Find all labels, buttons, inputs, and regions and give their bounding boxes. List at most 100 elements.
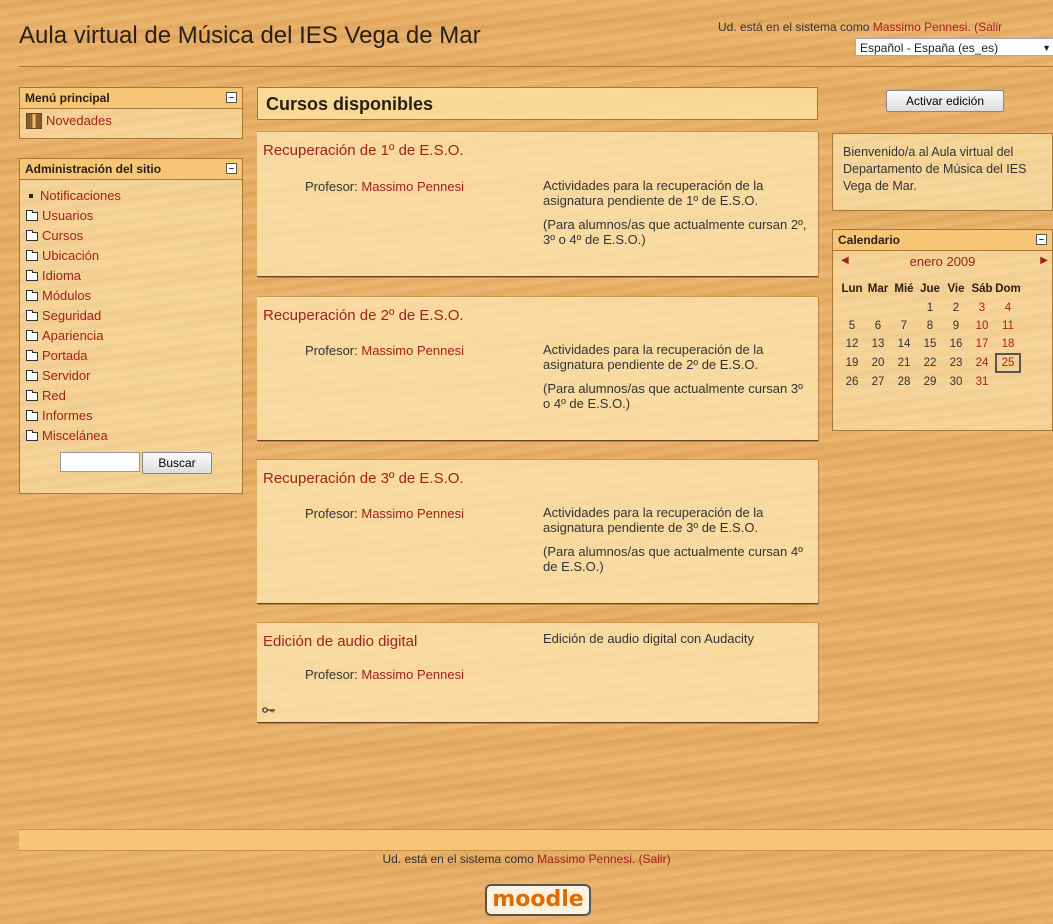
calendar-day-number: 10 [975,320,989,332]
calendar-day[interactable]: 23 [943,353,969,373]
course-summary-line: (Para alumnos/as que actualmente cursan … [543,544,803,574]
teacher-link[interactable]: Massimo Pennesi [361,343,464,358]
admin-item-label[interactable]: Ubicación [42,246,99,266]
calendar-day[interactable]: 20 [865,353,891,373]
calendar-day[interactable]: 6 [865,317,891,335]
teacher-label: Profesor: [305,506,362,521]
course-summary-line: Actividades para la recuperación de la a… [543,178,764,208]
admin-item-portada[interactable]: Portada [26,346,236,366]
calendar-day[interactable]: 10 [969,317,995,335]
admin-item-label[interactable]: Usuarios [42,206,93,226]
course-title-link[interactable]: Recuperación de 2º de E.S.O. [263,307,464,324]
calendar-day[interactable]: 2 [943,299,969,317]
calendar-day[interactable]: 9 [943,317,969,335]
calendar-day[interactable]: 7 [891,317,917,335]
footer-bar [19,829,1053,851]
logout-link[interactable]: (Salir [974,20,1002,34]
calendar-day[interactable]: 29 [917,373,943,391]
course-summary: Actividades para la recuperación de la a… [543,505,813,583]
calendar-day[interactable]: 17 [969,335,995,353]
folder-icon [26,389,38,401]
admin-item-usuarios[interactable]: Usuarios [26,206,236,226]
user-link[interactable]: Massimo Pennesi. [873,20,971,34]
admin-item-miscelanea[interactable]: Miscelánea [26,426,236,446]
admin-item-seguridad[interactable]: Seguridad [26,306,236,326]
calendar-day-number: 16 [949,338,963,350]
main-menu-item-label[interactable]: Novedades [46,111,112,131]
collapse-icon[interactable]: – [226,92,237,103]
teacher-link[interactable]: Massimo Pennesi [361,506,464,521]
turn-editing-on-button[interactable]: Activar edición [886,90,1004,112]
calendar-day[interactable]: 5 [839,317,865,335]
admin-item-label[interactable]: Informes [42,406,93,426]
admin-item-label[interactable]: Portada [42,346,88,366]
news-icon [26,113,42,129]
search-button[interactable]: Buscar [142,452,212,474]
calendar-day-number: 4 [1004,302,1012,314]
calendar-day[interactable]: 31 [969,373,995,391]
calendar-day[interactable]: 22 [917,353,943,373]
calendar-day-number: 20 [871,357,885,369]
admin-item-label[interactable]: Servidor [42,366,90,386]
folder-icon [26,349,38,361]
language-select[interactable]: Español - España (es_es) ▼ [855,38,1053,56]
admin-item-informes[interactable]: Informes [26,406,236,426]
calendar-day[interactable]: 13 [865,335,891,353]
calendar-day[interactable]: 12 [839,335,865,353]
admin-item-idioma[interactable]: Idioma [26,266,236,286]
footer-logout-link[interactable]: (Salir) [639,852,671,866]
calendar-day[interactable]: 16 [943,335,969,353]
admin-item-label[interactable]: Apariencia [42,326,103,346]
calendar-empty-day [839,299,865,317]
next-month-icon[interactable]: ▶ [1040,255,1048,266]
calendar-day[interactable]: 11 [995,317,1021,335]
admin-item-notificaciones[interactable]: Notificaciones [26,186,236,206]
calendar-day[interactable]: 8 [917,317,943,335]
admin-search-form: Buscar [60,452,236,474]
admin-item-label[interactable]: Notificaciones [40,186,121,206]
calendar-day[interactable]: 27 [865,373,891,391]
admin-item-ubicacion[interactable]: Ubicación [26,246,236,266]
calendar-month-link[interactable]: enero 2009 [833,254,1052,269]
admin-item-label[interactable]: Miscelánea [42,426,108,446]
calendar-day[interactable]: 3 [969,299,995,317]
course-title-link[interactable]: Edición de audio digital [263,633,417,650]
calendar-day[interactable]: 21 [891,353,917,373]
course-summary-line: Actividades para la recuperación de la a… [543,505,764,535]
admin-item-label[interactable]: Cursos [42,226,83,246]
calendar-day[interactable]: 4 [995,299,1021,317]
collapse-icon[interactable]: – [1036,234,1047,245]
course-summary: Actividades para la recuperación de la a… [543,178,813,256]
moodle-logo[interactable]: moodle [485,884,591,916]
site-admin-block: Administración del sitio – Notificacione… [19,158,243,494]
calendar-day[interactable]: 19 [839,353,865,373]
key-icon[interactable] [262,707,276,713]
main-menu-item-novedades[interactable]: Novedades [26,111,236,131]
admin-item-apariencia[interactable]: Apariencia [26,326,236,346]
calendar-day[interactable]: 1 [917,299,943,317]
collapse-icon[interactable]: – [226,163,237,174]
admin-item-label[interactable]: Red [42,386,66,406]
admin-item-red[interactable]: Red [26,386,236,406]
calendar-day[interactable]: 30 [943,373,969,391]
course-title-link[interactable]: Recuperación de 1º de E.S.O. [263,142,464,159]
calendar-day[interactable]: 14 [891,335,917,353]
admin-item-cursos[interactable]: Cursos [26,226,236,246]
calendar-day[interactable]: 15 [917,335,943,353]
calendar-day[interactable]: 28 [891,373,917,391]
main-menu-list: Novedades [20,109,242,133]
course-title-link[interactable]: Recuperación de 3º de E.S.O. [263,470,464,487]
calendar-day[interactable]: 18 [995,335,1021,353]
admin-item-label[interactable]: Seguridad [42,306,101,326]
admin-item-label[interactable]: Idioma [42,266,81,286]
teacher-link[interactable]: Massimo Pennesi [361,667,464,682]
admin-item-label[interactable]: Módulos [42,286,91,306]
calendar-day[interactable]: 25 [995,353,1021,373]
calendar-day[interactable]: 26 [839,373,865,391]
footer-user-link[interactable]: Massimo Pennesi. [537,852,635,866]
teacher-link[interactable]: Massimo Pennesi [361,179,464,194]
admin-search-input[interactable] [60,452,140,472]
admin-item-modulos[interactable]: Módulos [26,286,236,306]
calendar-day[interactable]: 24 [969,353,995,373]
admin-item-servidor[interactable]: Servidor [26,366,236,386]
